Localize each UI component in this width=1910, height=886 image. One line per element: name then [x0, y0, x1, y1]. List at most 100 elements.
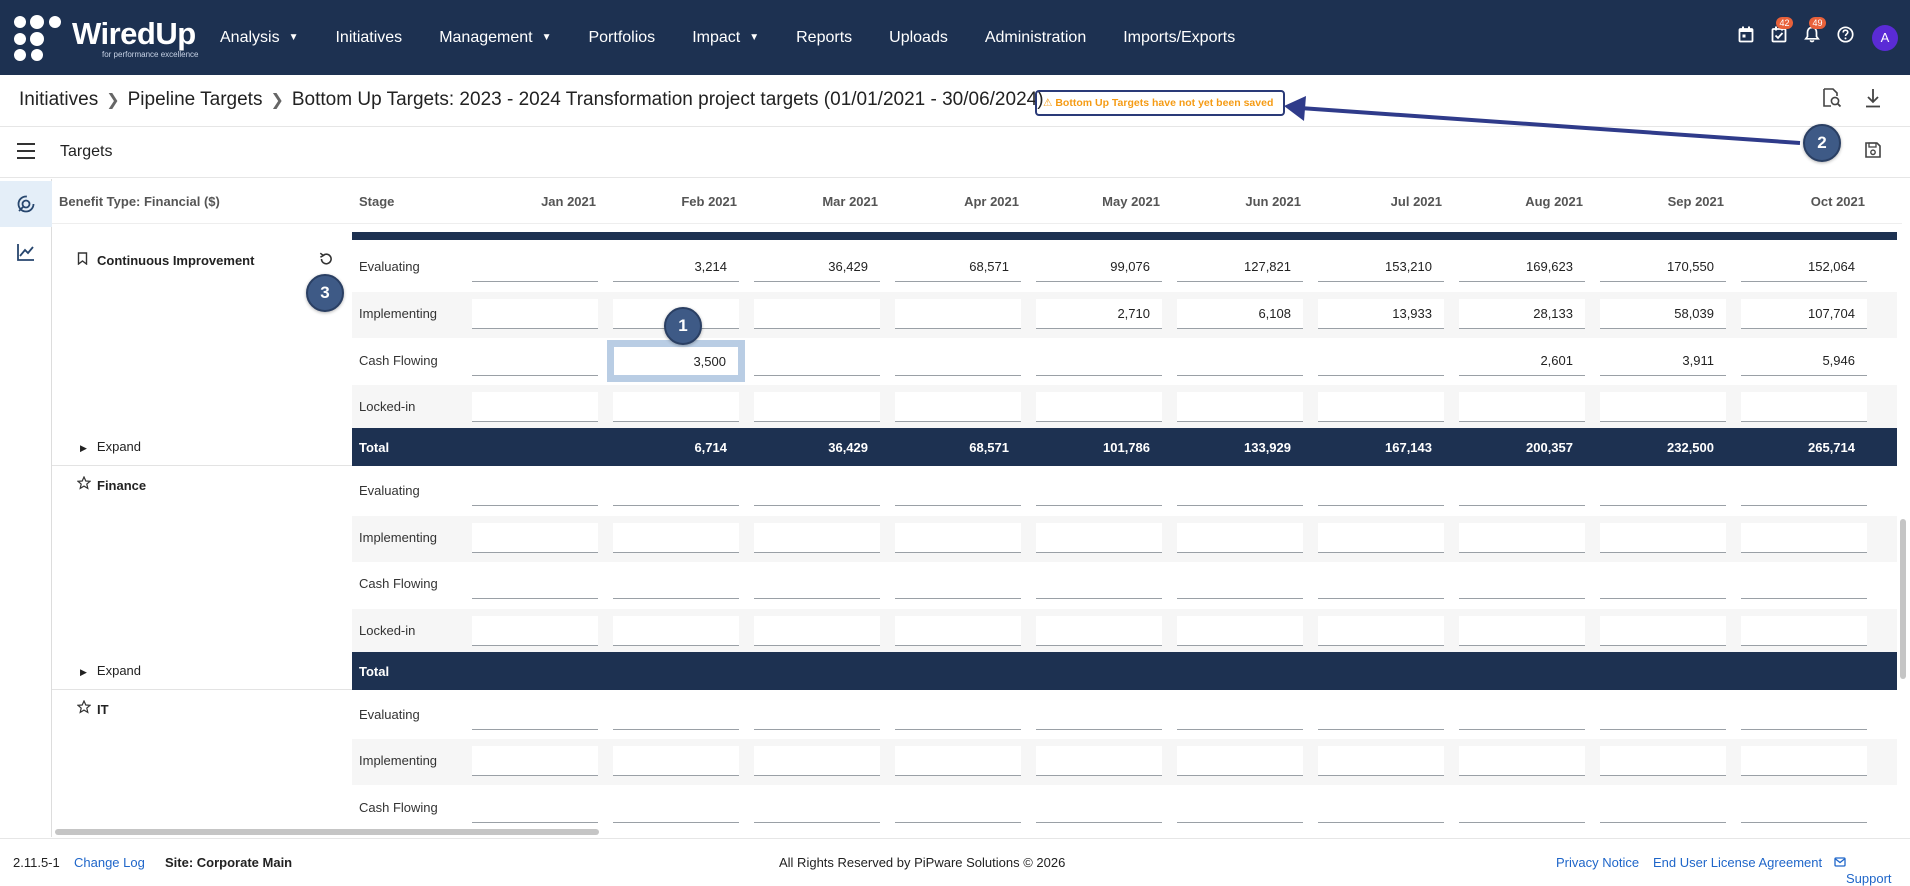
target-input-cell[interactable]: [1600, 616, 1726, 646]
target-input-cell[interactable]: [613, 616, 739, 646]
target-input-cell[interactable]: [1741, 569, 1867, 599]
menu-impact[interactable]: Impact ▼: [692, 29, 759, 47]
target-input-cell[interactable]: [1741, 392, 1867, 422]
target-input-cell[interactable]: [895, 392, 1021, 422]
target-input-cell[interactable]: [1600, 523, 1726, 553]
target-input-cell[interactable]: [472, 616, 598, 646]
target-input-cell[interactable]: [1600, 392, 1726, 422]
expand-toggle[interactable]: ▶ Expand: [80, 439, 141, 454]
target-input-cell[interactable]: [754, 746, 880, 776]
target-input-cell[interactable]: 36,429: [754, 252, 880, 282]
target-input-cell[interactable]: [472, 252, 598, 282]
target-input-cell[interactable]: [1036, 793, 1162, 823]
target-input-cell[interactable]: [472, 793, 598, 823]
target-input-cell[interactable]: [472, 746, 598, 776]
privacy-notice-link[interactable]: Privacy Notice: [1556, 855, 1639, 870]
target-input-cell[interactable]: 3,500: [607, 340, 745, 382]
breadcrumb-pipeline-targets[interactable]: Pipeline Targets: [128, 89, 263, 110]
user-avatar[interactable]: A: [1872, 25, 1898, 51]
target-input-cell[interactable]: [472, 476, 598, 506]
target-input-cell[interactable]: [1036, 523, 1162, 553]
breadcrumb-initiatives[interactable]: Initiatives: [19, 89, 98, 110]
target-input-cell[interactable]: [1177, 700, 1303, 730]
eula-link[interactable]: End User License Agreement: [1653, 855, 1822, 870]
targets-gauge-icon[interactable]: [0, 181, 52, 227]
target-input-cell[interactable]: [895, 793, 1021, 823]
target-input-cell[interactable]: [1318, 616, 1444, 646]
target-input-cell[interactable]: [472, 569, 598, 599]
target-input-cell[interactable]: [895, 299, 1021, 329]
target-input-cell[interactable]: [1600, 793, 1726, 823]
menu-portfolios[interactable]: Portfolios: [588, 29, 655, 47]
change-log-link[interactable]: Change Log: [74, 855, 145, 870]
menu-management[interactable]: Management ▼: [439, 29, 551, 47]
target-input-cell[interactable]: [613, 569, 739, 599]
hamburger-menu-icon[interactable]: [17, 143, 35, 159]
wiredup-logo[interactable]: WiredUp for performance excellence: [12, 15, 207, 61]
calendar-icon[interactable]: [1735, 26, 1757, 48]
target-input-cell[interactable]: [754, 523, 880, 553]
target-input-cell[interactable]: 153,210: [1318, 252, 1444, 282]
target-input-cell[interactable]: [754, 569, 880, 599]
target-input-cell[interactable]: [1459, 392, 1585, 422]
target-input-cell[interactable]: 5,946: [1741, 346, 1867, 376]
target-input-cell[interactable]: 68,571: [895, 252, 1021, 282]
target-input-cell[interactable]: 6,108: [1177, 299, 1303, 329]
target-input-cell[interactable]: 3,911: [1600, 346, 1726, 376]
target-input-cell[interactable]: [613, 523, 739, 553]
target-input-cell[interactable]: [472, 299, 598, 329]
target-input-cell[interactable]: [1177, 392, 1303, 422]
download-icon[interactable]: [1860, 87, 1886, 113]
target-input-cell[interactable]: [754, 793, 880, 823]
menu-uploads[interactable]: Uploads: [889, 29, 948, 47]
scrollbar-thumb[interactable]: [55, 829, 599, 835]
target-input-cell[interactable]: [613, 746, 739, 776]
target-input-cell[interactable]: [1318, 346, 1444, 376]
target-input-cell[interactable]: [1459, 569, 1585, 599]
target-input-cell[interactable]: [1177, 523, 1303, 553]
target-input-cell[interactable]: [1741, 616, 1867, 646]
target-input-cell[interactable]: [895, 523, 1021, 553]
target-input-cell[interactable]: 170,550: [1600, 252, 1726, 282]
target-input-cell[interactable]: [1036, 476, 1162, 506]
menu-imports-exports[interactable]: Imports/Exports: [1123, 29, 1235, 47]
target-input-cell[interactable]: [895, 476, 1021, 506]
target-input-cell[interactable]: [1600, 476, 1726, 506]
menu-reports[interactable]: Reports: [796, 29, 852, 47]
target-input-cell[interactable]: 127,821: [1177, 252, 1303, 282]
target-input-cell[interactable]: [613, 793, 739, 823]
target-input-cell[interactable]: [1741, 700, 1867, 730]
vertical-scrollbar[interactable]: [1898, 179, 1908, 829]
reset-icon[interactable]: [318, 251, 334, 267]
document-search-icon[interactable]: [1818, 87, 1844, 113]
target-input-cell[interactable]: [472, 523, 598, 553]
menu-initiatives[interactable]: Initiatives: [335, 29, 402, 47]
target-input-cell[interactable]: 28,133: [1459, 299, 1585, 329]
target-input-cell[interactable]: [1459, 523, 1585, 553]
target-input-cell[interactable]: [1318, 793, 1444, 823]
target-input-cell[interactable]: [754, 346, 880, 376]
target-input-cell[interactable]: [1459, 700, 1585, 730]
target-input-cell[interactable]: [1036, 569, 1162, 599]
target-input-cell[interactable]: [1318, 569, 1444, 599]
tasks-icon[interactable]: 42: [1768, 17, 1793, 48]
target-input-cell[interactable]: 3,214: [613, 252, 739, 282]
target-input-cell[interactable]: [1036, 392, 1162, 422]
target-input-cell[interactable]: [613, 392, 739, 422]
target-input-cell[interactable]: [1177, 746, 1303, 776]
target-input-cell[interactable]: [754, 700, 880, 730]
target-input-cell[interactable]: [1600, 746, 1726, 776]
target-input-cell[interactable]: [1318, 746, 1444, 776]
bell-icon[interactable]: 49: [1801, 17, 1826, 48]
target-input-cell[interactable]: [895, 569, 1021, 599]
target-input-cell[interactable]: [1177, 476, 1303, 506]
save-icon[interactable]: [1860, 140, 1886, 166]
target-input-cell[interactable]: [472, 700, 598, 730]
target-input-cell[interactable]: [472, 392, 598, 422]
target-input-cell[interactable]: [895, 746, 1021, 776]
menu-administration[interactable]: Administration: [985, 29, 1086, 47]
menu-analysis[interactable]: Analysis ▼: [220, 29, 298, 47]
target-input-cell[interactable]: [1459, 793, 1585, 823]
expand-toggle[interactable]: ▶ Expand: [80, 663, 141, 678]
target-input-cell[interactable]: [895, 346, 1021, 376]
